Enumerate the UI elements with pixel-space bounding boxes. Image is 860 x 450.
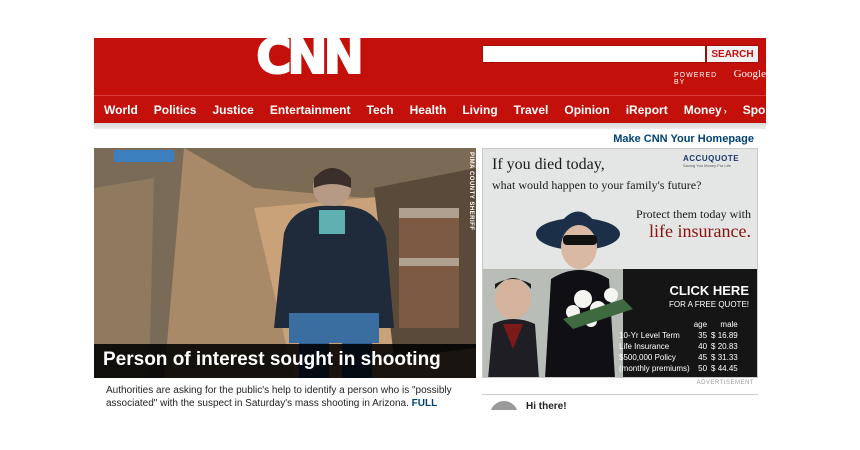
ad-subheadline: what would happen to your family's futur… (492, 178, 702, 192)
ad-rate-age: 45 (698, 353, 708, 362)
ad-rate-label: Life Insurance (619, 342, 670, 351)
story-headline[interactable]: Person of interest sought in shooting (94, 344, 476, 378)
ad-click-here-button[interactable]: CLICK HERE (670, 283, 749, 298)
nav-item-label: Politics (153, 102, 197, 117)
story-summary: Authorities are asking for the public's … (106, 384, 466, 410)
nav-item-entertainment[interactable]: Entertainment (270, 103, 351, 117)
accuquote-tagline: Saving You Money For Life (683, 163, 731, 168)
site-header: CNN SEARCH POWERED BY Google (94, 38, 766, 95)
story-summary-text: Authorities are asking for the public's … (106, 385, 452, 409)
ad-rate-age: 35 (698, 331, 708, 340)
insurance-ad[interactable]: If you died today, what would happen to … (482, 148, 758, 378)
search-input[interactable] (482, 45, 706, 63)
ad-protect-text: Protect them today with (636, 207, 751, 221)
ad-rate-label: 10-Yr Level Term (619, 331, 680, 340)
avatar (490, 401, 518, 410)
nav-shadow-strip (94, 123, 766, 129)
lead-story[interactable]: PIMA COUNTY SHERIFF Person of interest s… (94, 148, 476, 378)
nav-item-health[interactable]: Health (410, 103, 447, 117)
make-homepage-link[interactable]: Make CNN Your Homepage (613, 133, 754, 145)
nav-item-label: Travel (513, 102, 549, 117)
nav-item-label: iReport (625, 102, 668, 117)
nav-item-tech[interactable]: Tech (367, 103, 394, 117)
nav-item-label: Tech (366, 102, 394, 117)
ad-rate-price: $ 20.83 (711, 342, 738, 351)
nav-item-travel[interactable]: Travel (514, 103, 549, 117)
ad-rate-age: 40 (698, 342, 708, 351)
powered-by-label: POWERED BY (674, 72, 718, 86)
nav-item-label: Entertainment (269, 102, 351, 117)
nav-item-label: Opinion (564, 102, 610, 117)
ad-free-quote: FOR A FREE QUOTE! (668, 300, 749, 309)
ad-rate-header: age male (617, 319, 740, 330)
ad-rate-price: $ 31.33 (711, 353, 738, 362)
nav-item-living[interactable]: Living (462, 103, 497, 117)
accuquote-brand: ACCUQUOTE (683, 154, 740, 163)
search-button[interactable]: SEARCH (706, 45, 759, 63)
ad-rate-label: (monthly premiums) (619, 364, 690, 373)
ad-rate-row: Life Insurance 40 $ 20.83 (617, 341, 740, 352)
hi-there-panel: Hi there! (482, 394, 758, 410)
ad-rate-table: age male 10-Yr Level Term 35 $ 16.89 Life I… (617, 319, 740, 374)
photo-credit: PIMA COUNTY SHERIFF (468, 152, 474, 231)
ad-rate-price: $ 16.89 (711, 331, 738, 340)
ad-rate-age: 50 (698, 364, 708, 373)
nav-item-world[interactable]: World (104, 103, 138, 117)
nav-item-label: Living (462, 102, 498, 117)
powered-by-google: POWERED BY Google (674, 68, 766, 86)
nav-item-justice[interactable]: Justice (212, 103, 253, 117)
nav-item-ireport[interactable]: iReport (626, 103, 668, 117)
nav-item-label: World (104, 102, 138, 117)
cnn-homepage: CNN SEARCH POWERED BY Google World Politi… (94, 38, 766, 410)
ad-rate-row: $500,000 Policy 45 $ 31.33 (617, 352, 740, 363)
hi-there-text: Hi there! (526, 401, 567, 410)
nav-item-money[interactable]: Money › (684, 103, 727, 117)
nav-item-politics[interactable]: Politics (154, 103, 197, 117)
ad-rate-row: (monthly premiums) 50 $ 44.45 (617, 363, 740, 374)
ad-rate-price: $ 44.45 (711, 364, 738, 373)
nav-item-label: Money (683, 102, 722, 117)
nav-item-label: Health (409, 102, 447, 117)
main-nav: World Politics Justice Entertainment Tech Hea… (94, 95, 766, 123)
full-story-link[interactable]: FULL (412, 398, 438, 409)
nav-item-opinion[interactable]: Opinion (564, 103, 609, 117)
accuquote-logo: ACCUQUOTE Saving You Money For Life (683, 154, 739, 168)
ad-life-insurance: life insurance. (649, 221, 751, 241)
nav-item-sports[interactable]: Sports› (743, 103, 766, 117)
ad-rate-row: 10-Yr Level Term 35 $ 16.89 (617, 330, 740, 341)
ad-rate-label: $500,000 Policy (619, 353, 676, 362)
google-logo: Google (733, 68, 766, 80)
ad-male-header: male (720, 320, 738, 329)
ad-headline: If you died today, (492, 156, 605, 173)
chevron-right-icon: › (723, 105, 727, 116)
nav-item-label: Justice (212, 102, 254, 117)
nav-item-label: Sports (742, 102, 766, 117)
ad-age-header: age (693, 320, 708, 329)
advertisement-label: ADVERTISEMENT (696, 380, 754, 386)
cnn-logo[interactable]: CNN (252, 38, 365, 86)
